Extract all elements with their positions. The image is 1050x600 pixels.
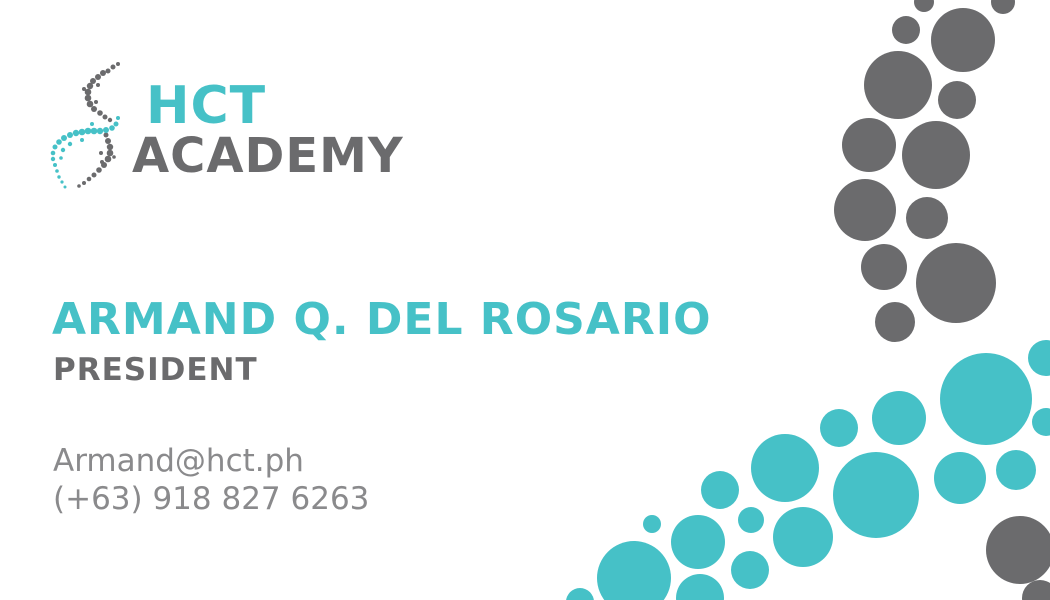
logo: HCT ACADEMY	[48, 58, 408, 198]
logo-line1: HCT	[146, 76, 267, 136]
dna-helix-logo-icon	[50, 62, 120, 189]
email-text: Armand@hct.ph	[53, 443, 304, 479]
phone-text: (+63) 918 827 6263	[53, 481, 370, 517]
person-title: PRESIDENT	[53, 352, 258, 388]
business-card: HCT ACADEMY ARMAND Q. DEL ROSARIO PRESID…	[0, 0, 1050, 600]
person-name: ARMAND Q. DEL ROSARIO	[52, 294, 712, 345]
logo-line2: ACADEMY	[132, 128, 404, 184]
